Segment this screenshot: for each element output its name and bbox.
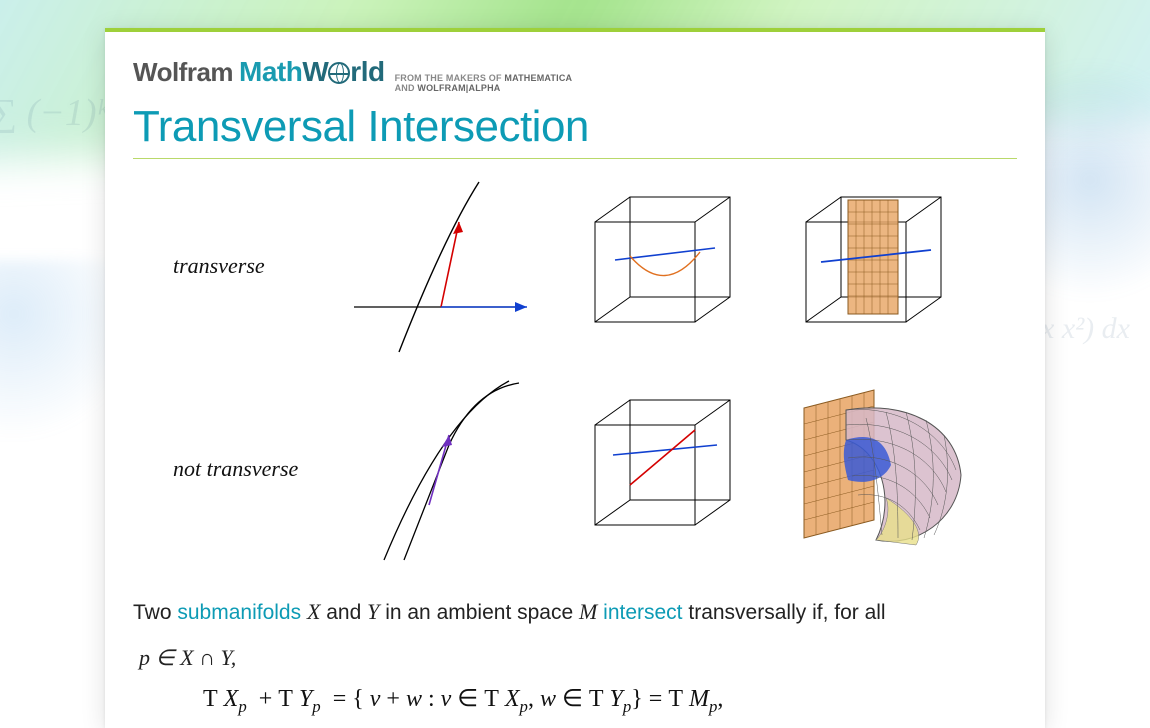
condition-line: p ∈ X ∩ Y, <box>139 645 236 670</box>
link-intersect[interactable]: intersect <box>603 601 682 624</box>
globe-icon <box>328 62 350 84</box>
brand-tagline: FROM THE MAKERS OF MATHEMATICA AND WOLFR… <box>395 73 573 94</box>
equation-display: T Xp + T Yp = { v + w : v ∈ T Xp, w ∈ T … <box>203 684 1017 713</box>
brand-mathworld: MathWrld <box>239 56 385 88</box>
var-x: X <box>307 599 320 624</box>
figure-3d-plane-transverse <box>786 182 961 352</box>
site-brand[interactable]: Wolfram MathWrld FROM THE MAKERS OF MATH… <box>133 56 1017 94</box>
content-card: Wolfram MathWrld FROM THE MAKERS OF MATH… <box>105 28 1045 728</box>
article-body: Two submanifolds X and Y in an ambient s… <box>133 591 1017 679</box>
page-title: Transversal Intersection <box>133 102 1017 152</box>
var-m: M <box>579 599 597 624</box>
figure-label-not-transverse: not transverse <box>173 455 313 484</box>
figure-grid: transverse <box>173 177 1017 565</box>
body-text-1: Two <box>133 601 177 624</box>
var-y: Y <box>367 599 379 624</box>
figure-3d-curve-transverse <box>575 182 750 352</box>
figure-3d-surfaces-not-transverse <box>786 380 971 560</box>
figure-row-not-transverse: not transverse <box>173 375 1017 565</box>
figure-2d-not-transverse <box>349 375 539 565</box>
brand-wolfram: Wolfram <box>133 57 233 88</box>
title-rule <box>133 158 1017 159</box>
figure-label-transverse: transverse <box>173 252 313 281</box>
link-submanifolds[interactable]: submanifolds <box>177 601 301 624</box>
figure-row-transverse: transverse <box>173 177 1017 357</box>
figure-2d-transverse <box>349 177 539 357</box>
figure-3d-lines-not-transverse <box>575 385 750 555</box>
